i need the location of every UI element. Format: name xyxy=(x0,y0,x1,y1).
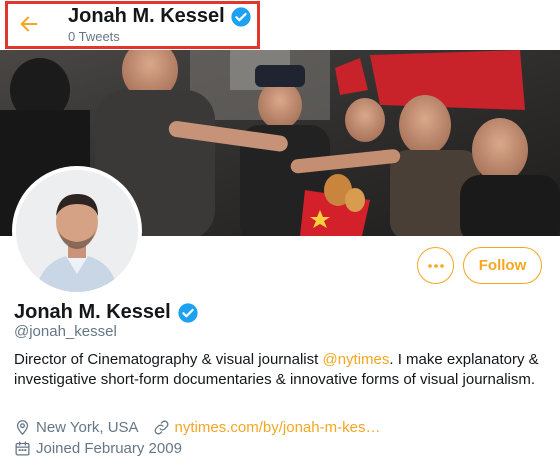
profile-header: Jonah M. Kessel 0 Tweets xyxy=(0,0,560,50)
location-pin-icon xyxy=(16,420,29,436)
bio-text-start: Director of Cinematography & visual jour… xyxy=(14,351,323,368)
profile-joined-row: Joined February 2009 xyxy=(14,440,182,457)
profile-bio: Director of Cinematography & visual jour… xyxy=(14,350,544,390)
link-icon xyxy=(154,420,168,435)
highlight-box xyxy=(5,1,260,49)
calendar-icon xyxy=(15,441,30,456)
avatar[interactable] xyxy=(12,166,142,296)
bio-mention-link[interactable]: @nytimes xyxy=(322,351,389,368)
verified-badge-icon xyxy=(178,302,198,323)
profile-handle: @jonah_kessel xyxy=(14,323,117,340)
avatar-photo-graphic xyxy=(16,170,138,292)
more-icon xyxy=(427,263,444,268)
follow-button[interactable]: Follow xyxy=(463,247,542,284)
profile-meta-row: New York, USA nytimes.com/by/jonah-m-kes… xyxy=(14,419,380,436)
profile-joined-date: Joined February 2009 xyxy=(36,440,182,457)
profile-website-link[interactable]: nytimes.com/by/jonah-m-kes… xyxy=(175,419,381,436)
profile-name: Jonah M. Kessel xyxy=(14,301,199,324)
profile-location: New York, USA xyxy=(36,419,139,436)
more-options-button[interactable] xyxy=(417,247,454,284)
profile-name-text: Jonah M. Kessel xyxy=(14,301,171,323)
